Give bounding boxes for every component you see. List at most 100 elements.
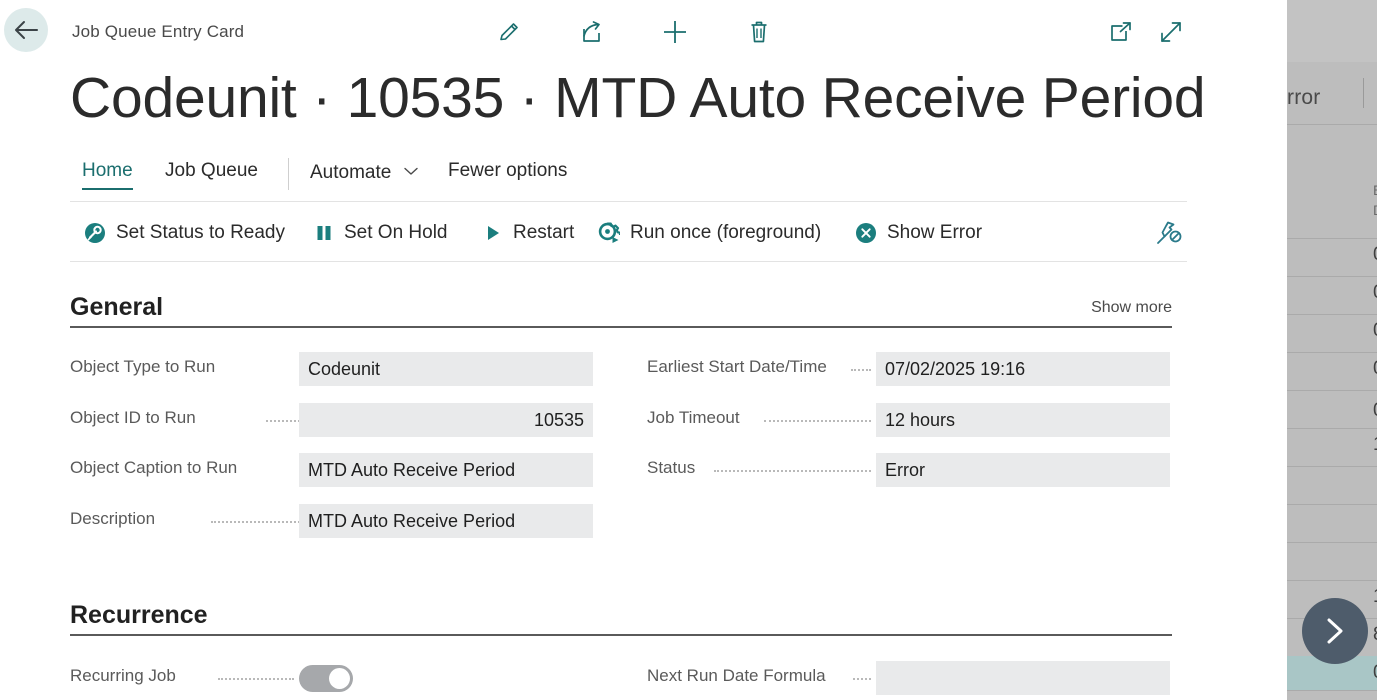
next-record-chevron-icon (1327, 618, 1343, 644)
share-icon (582, 21, 600, 42)
action-bar: Set Status to Ready Set On Hold Restart … (70, 206, 1187, 260)
background-row-divider (1287, 124, 1377, 125)
field-description-label: Description (70, 509, 156, 528)
background-cell: 08, (1373, 320, 1377, 342)
field-object-type-to-run-label: Object Type to Run (70, 357, 216, 376)
background-row-divider (1287, 428, 1377, 429)
background-row-divider (1287, 390, 1377, 391)
recurring-job-toggle[interactable] (299, 665, 353, 692)
field-status-value: Error (885, 459, 925, 480)
background-row-divider (1287, 238, 1377, 239)
page-kicker: Job Queue Entry Card (72, 22, 245, 41)
delete-button[interactable] (739, 12, 779, 52)
edit-button[interactable] (489, 12, 529, 52)
background-column-header-line1: Ear (1373, 180, 1377, 200)
field-description-input[interactable]: MTD Auto Receive Period (299, 504, 593, 538)
fullscreen-button[interactable] (1151, 12, 1191, 52)
tab-strip: Home Job Queue Automate Fewer options (70, 158, 1187, 198)
action-run-once-foreground-label: Run once (foreground) (630, 222, 822, 243)
action-restart[interactable]: Restart (483, 206, 574, 260)
background-column-header: Ear Dat (1373, 180, 1377, 220)
page-title: Codeunit · 10535 · MTD Auto Receive Peri… (70, 66, 1206, 130)
background-list-page: rror Ear Dat 08, 08, 08, 08, 09, 11, 18,… (1287, 0, 1377, 700)
back-button[interactable] (4, 8, 48, 52)
chevron-down-icon (403, 160, 418, 182)
error-circle-icon (855, 222, 877, 244)
tab-fewer-options-label: Fewer options (448, 160, 568, 181)
share-button[interactable] (571, 12, 611, 52)
action-run-once-foreground[interactable]: Run once (foreground) (598, 206, 821, 260)
background-row-divider (1287, 352, 1377, 353)
field-object-type-to-run: Object Type to Run Codeunit (70, 352, 593, 386)
general-group-header: General Show more (70, 288, 1172, 328)
tab-job-queue[interactable]: Job Queue (165, 160, 258, 188)
action-restart-label: Restart (513, 222, 575, 243)
recurrence-group-divider (70, 634, 1172, 636)
job-queue-entry-card: Job Queue Entry Card Codeunit · 10535 · … (0, 0, 1287, 700)
tab-separator (288, 158, 289, 190)
background-cell: 09, (1373, 400, 1377, 422)
field-status-input[interactable]: Error (876, 453, 1170, 487)
plus-icon (664, 21, 686, 43)
open-in-new-window-button[interactable] (1101, 12, 1141, 52)
background-row-divider (1287, 690, 1377, 691)
general-group-divider (70, 326, 1172, 328)
pencil-icon (500, 23, 518, 41)
field-object-type-to-run-value: Codeunit (308, 358, 381, 379)
field-leader-dots (218, 678, 294, 680)
field-status: Status Error (647, 453, 1170, 487)
background-cell: 8, (1373, 624, 1377, 646)
background-cell: 08, (1373, 282, 1377, 304)
field-next-run-date-formula-label: Next Run Date Formula (647, 666, 826, 685)
action-show-error[interactable]: Show Error (855, 206, 982, 260)
field-object-type-to-run-input[interactable]: Codeunit (299, 352, 593, 386)
background-cell: 08, (1373, 358, 1377, 380)
recurrence-group-header: Recurrence (70, 596, 1172, 636)
general-group-title: General (70, 293, 164, 321)
trash-icon (751, 21, 767, 43)
action-set-status-to-ready-label: Set Status to Ready (116, 222, 285, 243)
open-in-new-window-icon (1111, 22, 1131, 41)
field-object-id-to-run-input[interactable]: 10535 (299, 403, 593, 437)
field-status-label: Status (647, 458, 696, 477)
unpin-button[interactable] (1151, 216, 1187, 250)
show-more-link[interactable]: Show more (1091, 299, 1172, 317)
background-cell: 11, (1373, 434, 1377, 456)
tab-strip-divider (70, 201, 1187, 202)
field-earliest-start-datetime-value: 07/02/2025 19:16 (885, 358, 1026, 379)
field-recurring-job: Recurring Job (70, 661, 593, 695)
background-header-band (1287, 0, 1377, 62)
next-record-button[interactable] (1302, 598, 1368, 664)
tab-home[interactable]: Home (82, 160, 133, 190)
field-job-timeout: Job Timeout 12 hours (647, 403, 1170, 437)
field-next-run-date-formula-input[interactable] (876, 661, 1170, 695)
field-object-caption-to-run-input[interactable]: MTD Auto Receive Period (299, 453, 593, 487)
app-root: rror Ear Dat 08, 08, 08, 08, 09, 11, 18,… (0, 0, 1377, 700)
background-header-text: rror (1287, 86, 1321, 109)
new-button[interactable] (655, 12, 695, 52)
tab-automate[interactable]: Automate (310, 160, 418, 190)
tab-fewer-options[interactable]: Fewer options (448, 160, 567, 188)
pause-icon (314, 223, 334, 243)
tab-home-label: Home (82, 160, 133, 181)
action-set-on-hold[interactable]: Set On Hold (314, 206, 448, 260)
top-command-bar: Job Queue Entry Card (0, 0, 1287, 62)
action-set-status-to-ready[interactable]: Set Status to Ready (84, 206, 285, 260)
field-earliest-start-datetime-input[interactable]: 07/02/2025 19:16 (876, 352, 1170, 386)
field-leader-dots (764, 420, 871, 422)
background-header-separator (1363, 78, 1364, 108)
field-earliest-start-datetime: Earliest Start Date/Time 07/02/2025 19:1… (647, 352, 1170, 386)
background-column-header-line2: Dat (1373, 200, 1377, 220)
background-row-divider (1287, 542, 1377, 543)
field-object-caption-to-run: Object Caption to Run MTD Auto Receive P… (70, 453, 593, 487)
field-description-value: MTD Auto Receive Period (308, 510, 516, 531)
background-cell: 18, (1373, 586, 1377, 608)
expand-icon (1161, 22, 1181, 42)
field-next-run-date-formula: Next Run Date Formula (647, 661, 1170, 695)
field-object-id-to-run: Object ID to Run 10535 (70, 403, 593, 437)
background-cell: 08, (1373, 244, 1377, 266)
field-object-caption-to-run-value: MTD Auto Receive Period (308, 459, 516, 480)
background-row-divider (1287, 504, 1377, 505)
field-job-timeout-input[interactable]: 12 hours (876, 403, 1170, 437)
field-leader-dots (851, 369, 871, 371)
